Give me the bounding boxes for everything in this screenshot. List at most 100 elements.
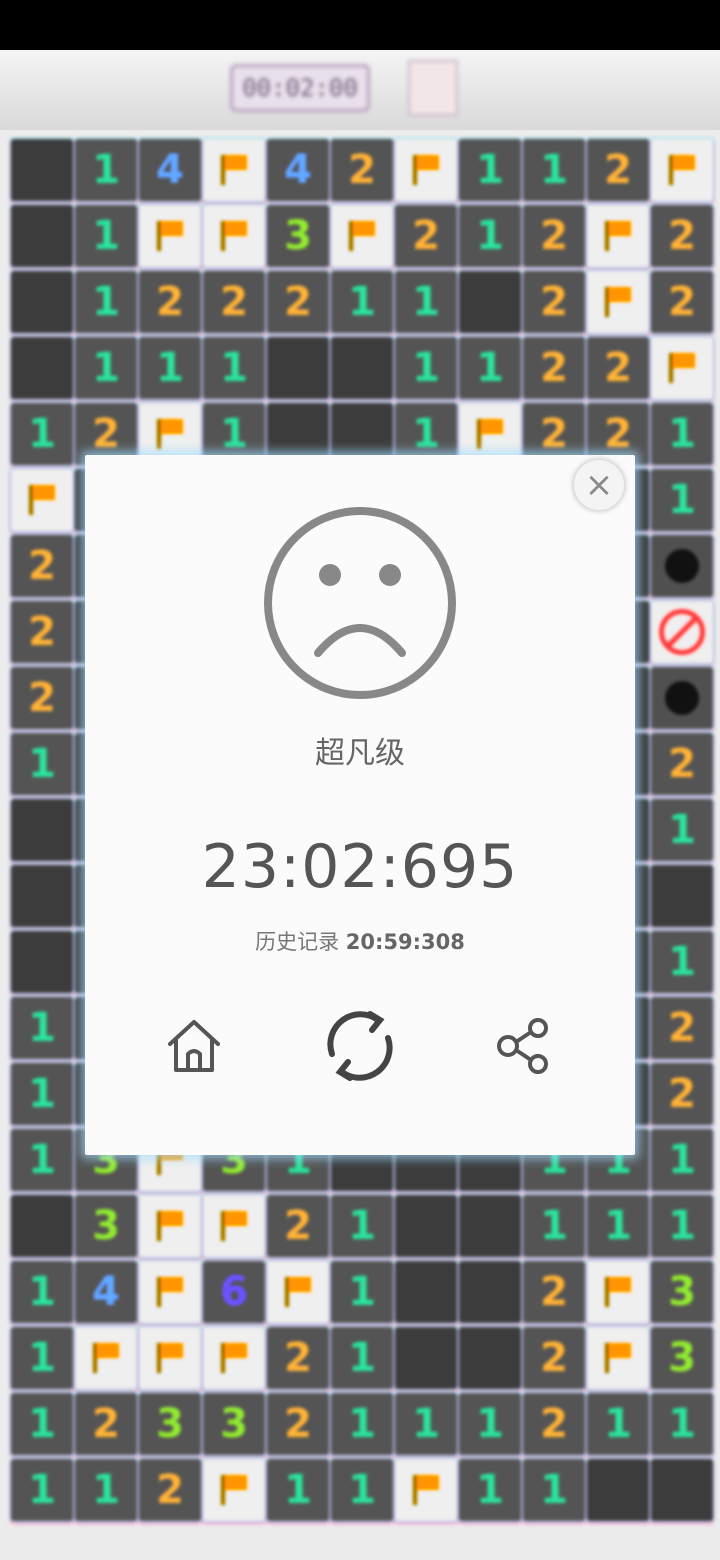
number-cell[interactable]: 2 <box>651 733 713 795</box>
board-cell[interactable] <box>651 1459 713 1521</box>
flag-cell[interactable] <box>203 139 265 201</box>
number-cell[interactable]: 1 <box>75 205 137 267</box>
number-cell[interactable]: 2 <box>139 1459 201 1521</box>
number-cell[interactable]: 1 <box>75 337 137 399</box>
number-cell[interactable]: 1 <box>651 403 713 465</box>
number-cell[interactable]: 2 <box>331 139 393 201</box>
flag-cell[interactable] <box>139 1195 201 1257</box>
number-cell[interactable]: 2 <box>139 271 201 333</box>
retry-button[interactable] <box>318 1004 402 1088</box>
number-cell[interactable]: 2 <box>267 271 329 333</box>
number-cell[interactable]: 3 <box>267 205 329 267</box>
number-cell[interactable]: 6 <box>203 1261 265 1323</box>
number-cell[interactable]: 2 <box>395 205 457 267</box>
board-cell[interactable] <box>459 271 521 333</box>
flag-cell[interactable] <box>139 1327 201 1389</box>
number-cell[interactable]: 1 <box>523 1195 585 1257</box>
flag-cell[interactable] <box>587 205 649 267</box>
number-cell[interactable]: 1 <box>331 1393 393 1455</box>
flag-cell[interactable] <box>203 1195 265 1257</box>
board-cell[interactable] <box>11 205 73 267</box>
number-cell[interactable]: 1 <box>139 337 201 399</box>
number-cell[interactable]: 3 <box>203 1393 265 1455</box>
number-cell[interactable]: 2 <box>11 535 73 597</box>
number-cell[interactable]: 1 <box>11 1459 73 1521</box>
flag-cell[interactable] <box>75 1327 137 1389</box>
number-cell[interactable]: 2 <box>267 1393 329 1455</box>
number-cell[interactable]: 1 <box>459 1459 521 1521</box>
number-cell[interactable]: 1 <box>395 271 457 333</box>
number-cell[interactable]: 2 <box>75 1393 137 1455</box>
number-cell[interactable]: 1 <box>587 1195 649 1257</box>
number-cell[interactable]: 1 <box>651 469 713 531</box>
flag-cell[interactable] <box>651 337 713 399</box>
board-cell[interactable] <box>11 271 73 333</box>
board-cell[interactable] <box>587 1459 649 1521</box>
number-cell[interactable]: 1 <box>651 799 713 861</box>
number-cell[interactable]: 2 <box>523 1327 585 1389</box>
number-cell[interactable]: 2 <box>651 997 713 1059</box>
number-cell[interactable]: 1 <box>331 1261 393 1323</box>
flag-cell[interactable] <box>587 271 649 333</box>
number-cell[interactable]: 2 <box>11 667 73 729</box>
number-cell[interactable]: 1 <box>651 1195 713 1257</box>
number-cell[interactable]: 1 <box>267 1459 329 1521</box>
number-cell[interactable]: 2 <box>523 1261 585 1323</box>
flag-cell[interactable] <box>203 1327 265 1389</box>
board-cell[interactable] <box>459 1261 521 1323</box>
number-cell[interactable]: 1 <box>651 931 713 993</box>
number-cell[interactable]: 1 <box>11 733 73 795</box>
number-cell[interactable]: 2 <box>523 1393 585 1455</box>
board-cell[interactable] <box>651 865 713 927</box>
board-cell[interactable] <box>11 931 73 993</box>
flag-cell[interactable] <box>395 1459 457 1521</box>
number-cell[interactable]: 1 <box>523 1459 585 1521</box>
number-cell[interactable]: 4 <box>267 139 329 201</box>
number-cell[interactable]: 1 <box>75 271 137 333</box>
number-cell[interactable]: 2 <box>523 205 585 267</box>
board-cell[interactable] <box>395 1261 457 1323</box>
number-cell[interactable]: 1 <box>587 1393 649 1455</box>
number-cell[interactable]: 1 <box>331 1327 393 1389</box>
number-cell[interactable]: 1 <box>523 139 585 201</box>
number-cell[interactable]: 2 <box>523 271 585 333</box>
board-cell[interactable] <box>267 337 329 399</box>
number-cell[interactable]: 1 <box>11 1129 73 1191</box>
number-cell[interactable]: 1 <box>11 1261 73 1323</box>
number-cell[interactable]: 2 <box>651 205 713 267</box>
number-cell[interactable]: 1 <box>459 205 521 267</box>
board-cell[interactable] <box>459 1195 521 1257</box>
number-cell[interactable]: 1 <box>11 997 73 1059</box>
board-cell[interactable] <box>11 799 73 861</box>
share-button[interactable] <box>494 1016 554 1076</box>
flag-cell[interactable] <box>139 205 201 267</box>
mine-cell[interactable] <box>651 667 713 729</box>
board-cell[interactable] <box>11 139 73 201</box>
number-cell[interactable]: 4 <box>75 1261 137 1323</box>
mine-cell[interactable] <box>651 535 713 597</box>
number-cell[interactable]: 2 <box>523 337 585 399</box>
number-cell[interactable]: 3 <box>75 1195 137 1257</box>
flag-cell[interactable] <box>11 469 73 531</box>
number-cell[interactable]: 1 <box>331 1195 393 1257</box>
number-cell[interactable]: 1 <box>11 1393 73 1455</box>
number-cell[interactable]: 1 <box>459 337 521 399</box>
number-cell[interactable]: 2 <box>651 271 713 333</box>
number-cell[interactable]: 2 <box>11 601 73 663</box>
flag-cell[interactable] <box>651 139 713 201</box>
flag-cell[interactable] <box>139 1261 201 1323</box>
number-cell[interactable]: 1 <box>651 1129 713 1191</box>
number-cell[interactable]: 1 <box>395 1393 457 1455</box>
number-cell[interactable]: 1 <box>75 139 137 201</box>
board-cell[interactable] <box>11 337 73 399</box>
flag-cell[interactable] <box>203 205 265 267</box>
board-cell[interactable] <box>459 1327 521 1389</box>
number-cell[interactable]: 2 <box>587 337 649 399</box>
number-cell[interactable]: 1 <box>459 1393 521 1455</box>
number-cell[interactable]: 2 <box>267 1327 329 1389</box>
board-cell[interactable] <box>11 865 73 927</box>
board-cell[interactable] <box>11 1195 73 1257</box>
flag-cell[interactable] <box>331 205 393 267</box>
board-cell[interactable] <box>331 337 393 399</box>
flag-cell[interactable] <box>395 139 457 201</box>
